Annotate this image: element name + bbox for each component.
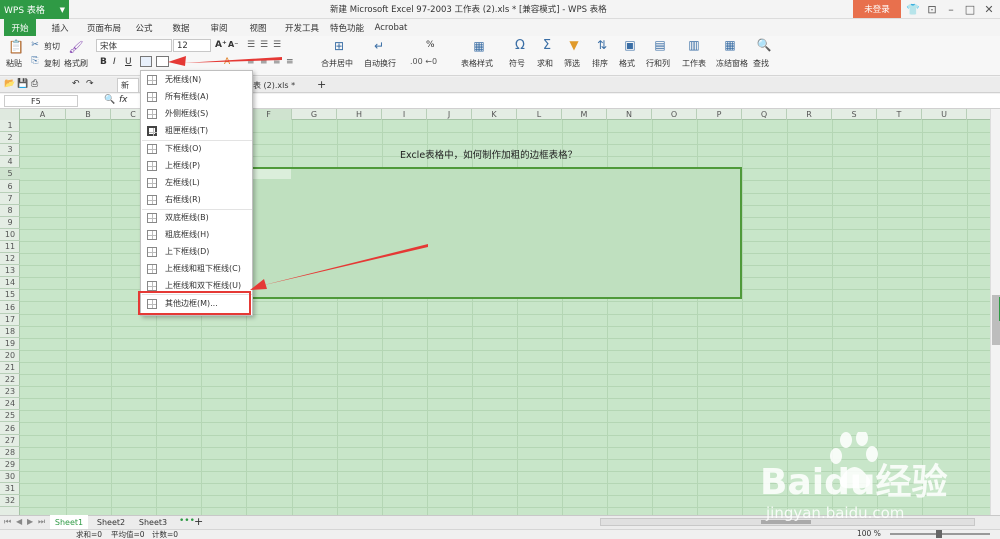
prev-sheet-icon[interactable]: ◀	[16, 517, 22, 526]
sheet-tab-3[interactable]: Sheet3	[134, 515, 172, 529]
status-count: 计数=0	[152, 530, 179, 539]
sheet-tab-2[interactable]: Sheet2	[92, 515, 130, 529]
watermark-brand: Baidu经验	[760, 462, 947, 503]
baidu-watermark: Baidu经验 jingyan.baidu.com	[760, 432, 947, 522]
arrow-to-border-button	[183, 57, 282, 63]
arrow-to-more-borders	[260, 244, 428, 286]
more-sheets-icon[interactable]: •••	[179, 516, 195, 526]
zoom-slider[interactable]	[890, 530, 990, 538]
arrow-head-bottom	[250, 279, 267, 290]
add-sheet-icon[interactable]: +	[194, 515, 203, 528]
next-sheet-icon[interactable]: ▶	[27, 517, 33, 526]
zoom-level: 100 %	[857, 529, 881, 538]
sheet-tab-1[interactable]: Sheet1	[50, 515, 88, 529]
last-sheet-icon[interactable]: ⏭	[38, 517, 45, 527]
status-average: 平均值=0	[111, 530, 145, 539]
zoom-slider-thumb[interactable]	[936, 530, 942, 538]
arrow-head-top	[168, 56, 186, 66]
status-sum: 求和=0	[76, 530, 103, 539]
status-bar	[0, 529, 1000, 539]
watermark-url: jingyan.baidu.com	[765, 504, 904, 522]
first-sheet-icon[interactable]: ⏮	[4, 517, 11, 527]
